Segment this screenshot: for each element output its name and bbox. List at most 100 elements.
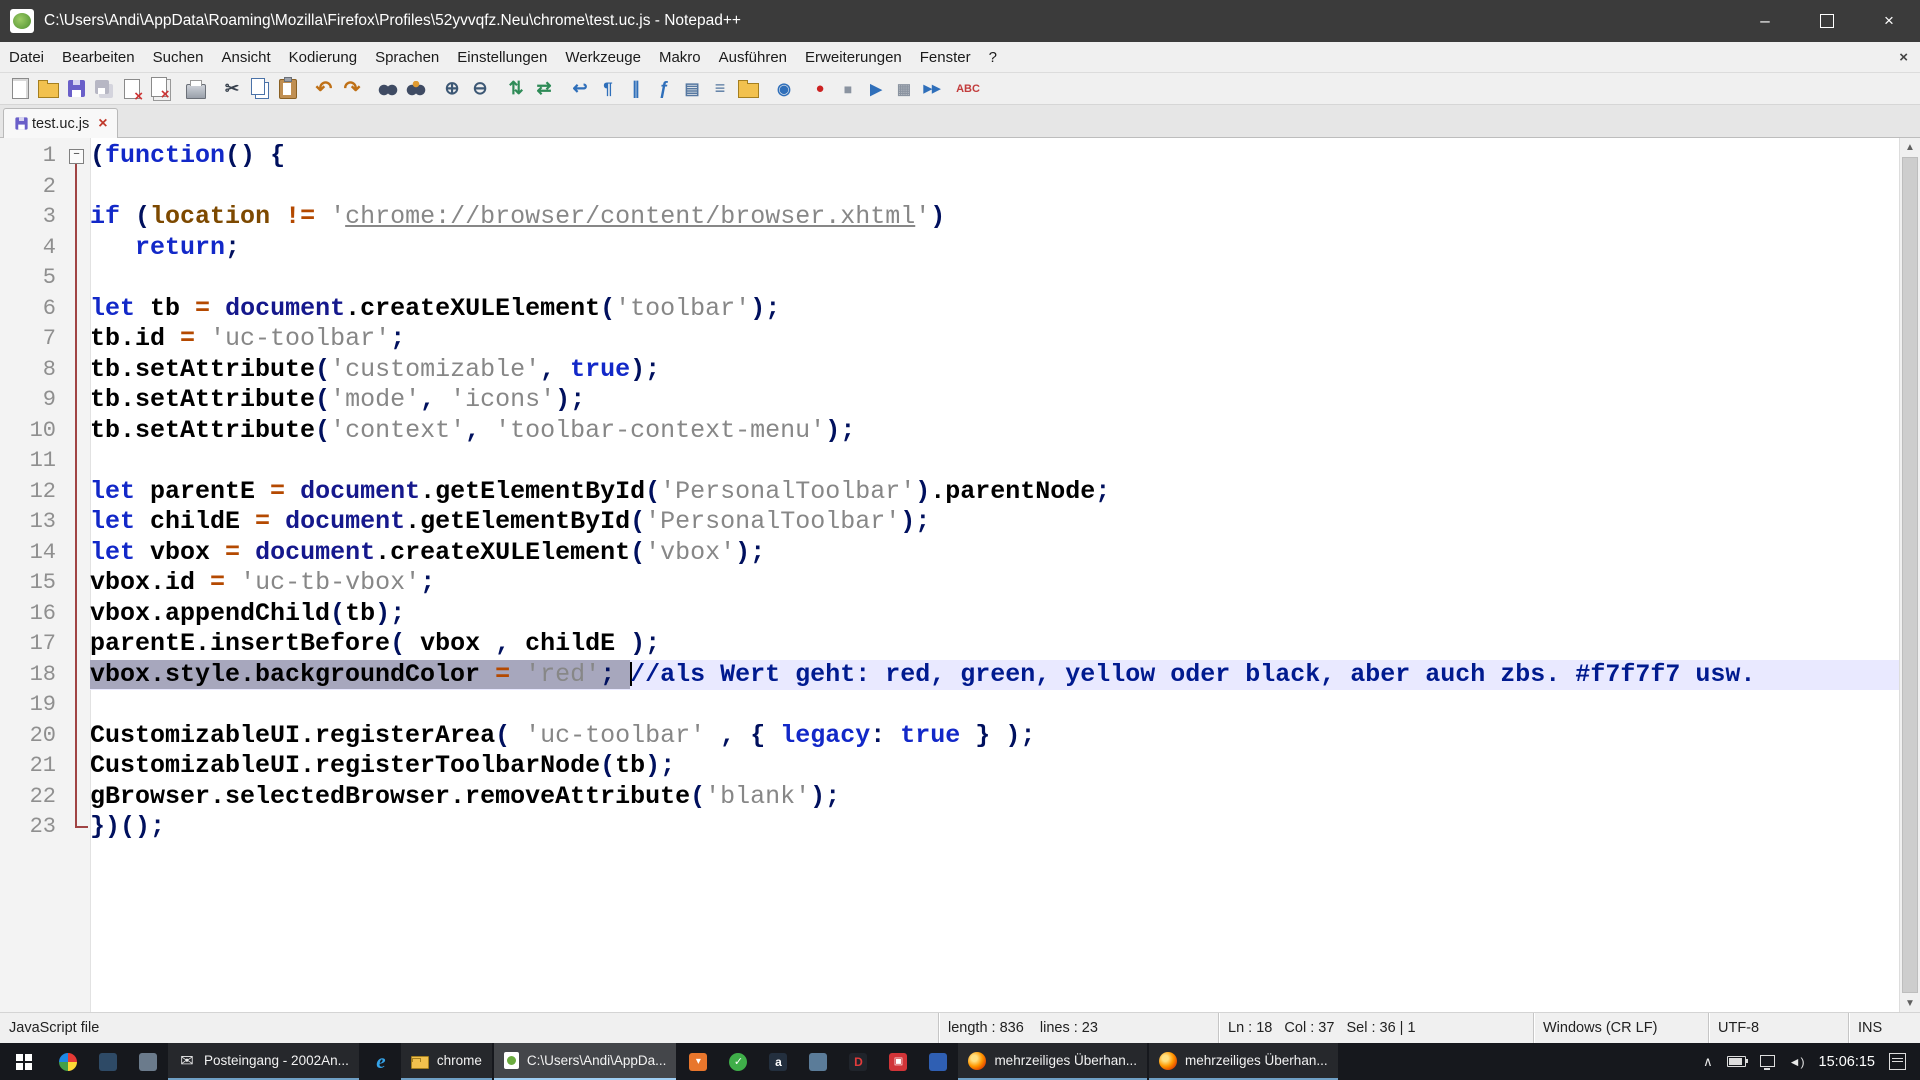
new-file-icon[interactable]: [8, 77, 32, 101]
undo-icon[interactable]: ↶: [312, 77, 336, 101]
code-line-18[interactable]: 18vbox.style.backgroundColor = 'red'; //…: [0, 660, 1900, 691]
line-number[interactable]: 11: [0, 446, 64, 477]
save-icon[interactable]: [64, 77, 88, 101]
action-center-icon[interactable]: [1889, 1053, 1906, 1070]
fold-margin[interactable]: [64, 324, 90, 355]
taskbar-pinned-dark-a[interactable]: [758, 1043, 798, 1080]
menu-werkzeuge[interactable]: Werkzeuge: [556, 42, 650, 72]
line-number[interactable]: 21: [0, 751, 64, 782]
menu-makro[interactable]: Makro: [650, 42, 710, 72]
open-folder-icon[interactable]: [36, 77, 60, 101]
tab-close-icon[interactable]: ×: [98, 116, 107, 132]
line-number[interactable]: 19: [0, 690, 64, 721]
line-number[interactable]: 23: [0, 812, 64, 843]
fold-margin[interactable]: [64, 385, 90, 416]
line-number[interactable]: 5: [0, 263, 64, 294]
fold-margin[interactable]: [64, 751, 90, 782]
macro-save-icon[interactable]: ▦: [892, 77, 916, 101]
menu-datei[interactable]: Datei: [0, 42, 53, 72]
indent-guide-icon[interactable]: ∥: [624, 77, 648, 101]
menu-ansicht[interactable]: Ansicht: [212, 42, 279, 72]
taskbar-window-notepadpp[interactable]: C:\Users\Andi\AppDa...: [494, 1043, 677, 1080]
scrollbar-thumb[interactable]: [1902, 157, 1918, 993]
fold-margin[interactable]: [64, 721, 90, 752]
fold-margin[interactable]: [64, 263, 90, 294]
code-line-8[interactable]: 8tb.setAttribute('customizable', true);: [0, 355, 1900, 386]
fold-margin[interactable]: [64, 355, 90, 386]
tray-expand-chevron-icon[interactable]: ∧: [1703, 1054, 1713, 1070]
code-line-2[interactable]: 2: [0, 172, 1900, 203]
menu-sprachen[interactable]: Sprachen: [366, 42, 448, 72]
fold-margin[interactable]: [64, 446, 90, 477]
line-number[interactable]: 18: [0, 660, 64, 691]
menu-kodierung[interactable]: Kodierung: [280, 42, 366, 72]
code-line-7[interactable]: 7tb.id = 'uc-toolbar';: [0, 324, 1900, 355]
replace-icon[interactable]: [404, 77, 428, 101]
code-line-9[interactable]: 9tb.setAttribute('mode', 'icons');: [0, 385, 1900, 416]
editor[interactable]: − 1(function() {23if (location != 'chrom…: [0, 138, 1920, 1012]
vertical-scrollbar[interactable]: ▲ ▼: [1899, 138, 1920, 1012]
battery-icon[interactable]: [1727, 1056, 1746, 1067]
line-number[interactable]: 12: [0, 477, 64, 508]
code-line-20[interactable]: 20CustomizableUI.registerArea( 'uc-toolb…: [0, 721, 1900, 752]
menu-fenster[interactable]: Fenster: [911, 42, 980, 72]
fold-margin[interactable]: [64, 568, 90, 599]
fold-margin[interactable]: [64, 202, 90, 233]
line-number[interactable]: 2: [0, 172, 64, 203]
fold-margin[interactable]: [64, 172, 90, 203]
code-line-17[interactable]: 17parentE.insertBefore( vbox , childE );: [0, 629, 1900, 660]
taskbar-pinned-app-dark[interactable]: [88, 1043, 128, 1080]
fold-margin[interactable]: [64, 782, 90, 813]
code-line-21[interactable]: 21CustomizableUI.registerToolbarNode(tb)…: [0, 751, 1900, 782]
maximize-button[interactable]: [1796, 0, 1858, 42]
macro-play-icon[interactable]: ▶: [864, 77, 888, 101]
show-all-chars-icon[interactable]: ¶: [596, 77, 620, 101]
line-number[interactable]: 16: [0, 599, 64, 630]
monitoring-icon[interactable]: ◉: [772, 77, 796, 101]
taskbar-pinned-red-d[interactable]: [838, 1043, 878, 1080]
taskbar-pinned-edge[interactable]: [361, 1043, 401, 1080]
line-number[interactable]: 14: [0, 538, 64, 569]
function-list-icon[interactable]: ƒ: [652, 77, 676, 101]
redo-icon[interactable]: ↷: [340, 77, 364, 101]
fold-margin[interactable]: [64, 629, 90, 660]
code-line-14[interactable]: 14let vbox = document.createXULElement('…: [0, 538, 1900, 569]
line-number[interactable]: 22: [0, 782, 64, 813]
code-line-6[interactable]: 6let tb = document.createXULElement('too…: [0, 294, 1900, 325]
line-number[interactable]: 7: [0, 324, 64, 355]
code-line-12[interactable]: 12let parentE = document.getElementById(…: [0, 477, 1900, 508]
code-line-16[interactable]: 16vbox.appendChild(tb);: [0, 599, 1900, 630]
find-icon[interactable]: [376, 77, 400, 101]
menu-?[interactable]: ?: [980, 42, 1006, 72]
code-line-5[interactable]: 5: [0, 263, 1900, 294]
scroll-down-arrow[interactable]: ▼: [1900, 994, 1920, 1012]
taskbar-pinned-pinwheel[interactable]: [48, 1043, 88, 1080]
menu-ausfhren[interactable]: Ausführen: [710, 42, 796, 72]
code-line-19[interactable]: 19: [0, 690, 1900, 721]
network-icon[interactable]: [1760, 1055, 1775, 1067]
fold-margin[interactable]: [64, 599, 90, 630]
fold-margin[interactable]: [64, 416, 90, 447]
line-number[interactable]: 3: [0, 202, 64, 233]
folder-as-workspace-icon[interactable]: [736, 77, 760, 101]
close-button[interactable]: ×: [1858, 0, 1920, 42]
minimize-button[interactable]: –: [1734, 0, 1796, 42]
taskbar-pinned-slate-app[interactable]: [798, 1043, 838, 1080]
taskbar-window-mail[interactable]: Posteingang - 2002An...: [168, 1043, 359, 1080]
word-wrap-icon[interactable]: ↩: [568, 77, 592, 101]
line-number[interactable]: 6: [0, 294, 64, 325]
save-all-icon[interactable]: [92, 77, 116, 101]
volume-icon[interactable]: ◄): [1789, 1055, 1805, 1069]
line-number[interactable]: 20: [0, 721, 64, 752]
start-button[interactable]: [0, 1043, 48, 1080]
code-line-4[interactable]: 4 return;: [0, 233, 1900, 264]
line-number[interactable]: 13: [0, 507, 64, 538]
fold-margin[interactable]: [64, 477, 90, 508]
taskbar-window-firefox[interactable]: mehrzeiliges Überhan...: [1149, 1043, 1338, 1080]
taskbar-pinned-green-check[interactable]: [718, 1043, 758, 1080]
menu-suchen[interactable]: Suchen: [144, 42, 213, 72]
code-line-22[interactable]: 22gBrowser.selectedBrowser.removeAttribu…: [0, 782, 1900, 813]
line-number[interactable]: 4: [0, 233, 64, 264]
line-number[interactable]: 17: [0, 629, 64, 660]
code-line-1[interactable]: 1(function() {: [0, 141, 1900, 172]
